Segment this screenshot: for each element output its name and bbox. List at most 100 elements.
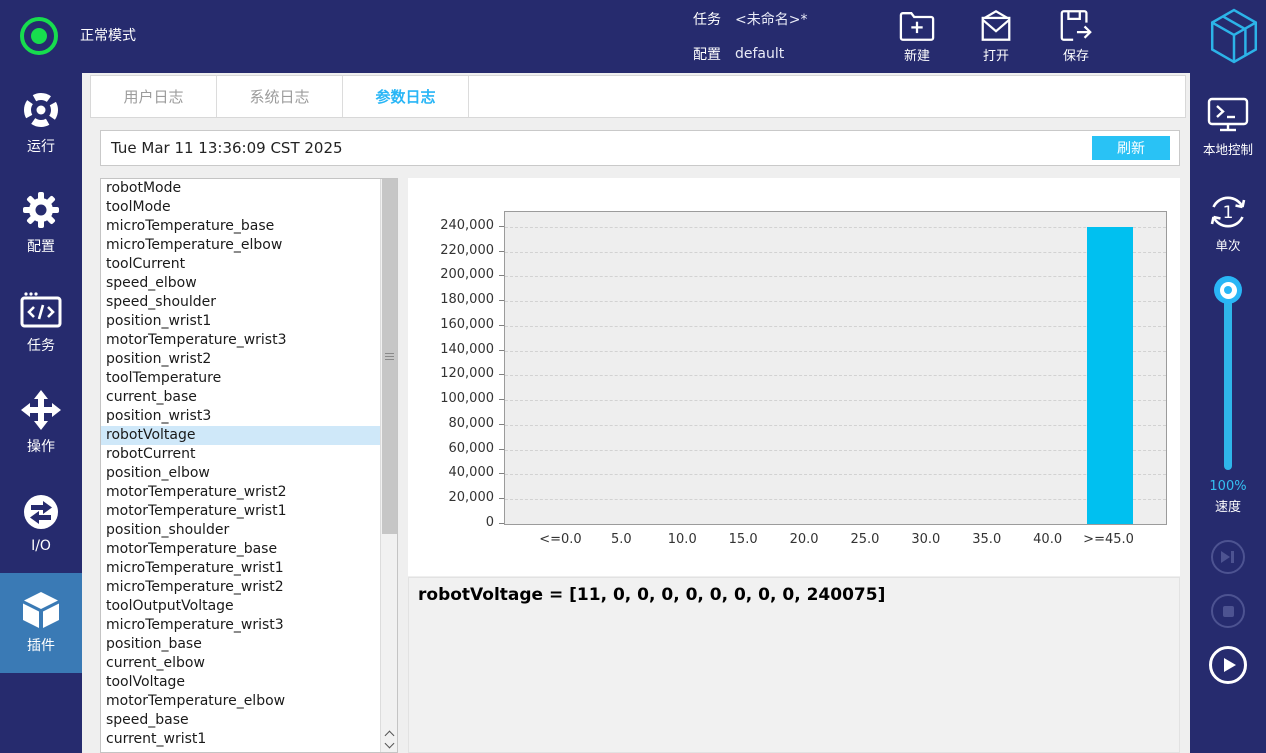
- single-run-button[interactable]: 1: [1207, 191, 1249, 237]
- save-task-button[interactable]: 保存: [1043, 9, 1109, 64]
- list-item[interactable]: position_wrist3: [101, 407, 397, 426]
- y-axis-tick-label: 120,000: [408, 366, 494, 382]
- list-item[interactable]: microTemperature_wrist1: [101, 559, 397, 578]
- list-item[interactable]: current_elbow: [101, 654, 397, 673]
- tab-user-log[interactable]: 用户日志: [91, 76, 217, 117]
- sidebar-item-task[interactable]: 任务: [0, 273, 82, 373]
- sidebar-item-plugin[interactable]: 插件: [0, 573, 82, 673]
- y-axis-tick-label: 240,000: [408, 218, 494, 234]
- x-axis-tick-label: 25.0: [834, 532, 896, 547]
- y-axis-tick: [499, 374, 504, 375]
- y-axis-tick-label: 180,000: [408, 292, 494, 308]
- y-axis-tick-label: 100,000: [408, 391, 494, 407]
- log-tabstrip: 用户日志 系统日志 参数日志: [90, 75, 1186, 118]
- operate-icon: [21, 390, 61, 430]
- list-item[interactable]: speed_base: [101, 711, 397, 730]
- new-file-icon: [899, 9, 935, 42]
- list-item[interactable]: position_elbow: [101, 464, 397, 483]
- y-axis-tick: [499, 251, 504, 252]
- new-task-label: 新建: [904, 45, 930, 64]
- list-item[interactable]: motorTemperature_wrist3: [101, 331, 397, 350]
- list-item[interactable]: current_base: [101, 388, 397, 407]
- list-item[interactable]: microTemperature_wrist3: [101, 616, 397, 635]
- sidebar-item-label: 操作: [27, 436, 55, 456]
- sidebar-item-io[interactable]: I/O: [0, 473, 82, 573]
- save-task-label: 保存: [1063, 45, 1089, 64]
- y-axis-tick: [499, 449, 504, 450]
- list-item[interactable]: robotCurrent: [101, 445, 397, 464]
- list-item[interactable]: speed_shoulder: [101, 293, 397, 312]
- x-axis-tick-label: >=45.0: [1078, 532, 1140, 547]
- x-axis-tick-label: 5.0: [590, 532, 652, 547]
- list-scrollbar[interactable]: [380, 179, 397, 752]
- list-item[interactable]: toolCurrent: [101, 255, 397, 274]
- list-item[interactable]: current_wrist1: [101, 730, 397, 749]
- y-axis-tick: [499, 424, 504, 425]
- top-bar: 正常模式 任务 <未命名>* 配置 default 新建 打开 保存: [0, 0, 1266, 73]
- tab-parameter-log[interactable]: 参数日志: [343, 76, 469, 117]
- speed-slider-track[interactable]: [1224, 290, 1232, 470]
- list-item[interactable]: toolVoltage: [101, 673, 397, 692]
- list-item[interactable]: motorTemperature_elbow: [101, 692, 397, 711]
- x-axis-tick-label: 40.0: [1017, 532, 1079, 547]
- y-axis-tick-label: 20,000: [408, 490, 494, 506]
- scrollbar-thumb[interactable]: [382, 179, 397, 534]
- gridline: [505, 326, 1166, 327]
- list-item[interactable]: speed_elbow: [101, 274, 397, 293]
- list-item[interactable]: microTemperature_base: [101, 217, 397, 236]
- stop-button[interactable]: [1211, 594, 1245, 628]
- x-axis-tick-label: 20.0: [773, 532, 835, 547]
- list-item[interactable]: position_wrist1: [101, 312, 397, 331]
- status-indicator-icon: [20, 17, 58, 55]
- list-item[interactable]: motorTemperature_wrist1: [101, 502, 397, 521]
- list-item[interactable]: position_shoulder: [101, 521, 397, 540]
- brand-logo-icon: [1210, 8, 1258, 68]
- parameter-list-panel: robotModetoolModemicroTemperature_basemi…: [100, 178, 398, 753]
- y-axis-tick: [499, 275, 504, 276]
- step-next-button[interactable]: [1211, 540, 1245, 574]
- list-item[interactable]: position_wrist2: [101, 350, 397, 369]
- list-item[interactable]: toolTemperature: [101, 369, 397, 388]
- speed-label: 速度: [1215, 496, 1241, 515]
- y-axis-tick-label: 60,000: [408, 441, 494, 457]
- speed-slider-handle[interactable]: [1214, 276, 1242, 304]
- local-control-button[interactable]: [1206, 97, 1250, 137]
- list-item[interactable]: position_base: [101, 635, 397, 654]
- sidebar-item-run[interactable]: 运行: [0, 73, 82, 173]
- gridline: [505, 276, 1166, 277]
- list-item[interactable]: robotMode: [101, 179, 397, 198]
- plugin-icon: [21, 591, 61, 629]
- gridline: [505, 499, 1166, 500]
- list-item[interactable]: motorTemperature_wrist2: [101, 483, 397, 502]
- list-item[interactable]: microTemperature_wrist2: [101, 578, 397, 597]
- local-control-label: 本地控制: [1203, 139, 1253, 158]
- play-button[interactable]: [1209, 646, 1247, 684]
- list-item[interactable]: microTemperature_elbow: [101, 236, 397, 255]
- open-task-button[interactable]: 打开: [963, 9, 1029, 64]
- list-item[interactable]: toolMode: [101, 198, 397, 217]
- sidebar-item-label: 配置: [27, 236, 55, 256]
- list-item[interactable]: toolOutputVoltage: [101, 597, 397, 616]
- step-next-icon: [1220, 550, 1236, 564]
- list-item[interactable]: motorTemperature_base: [101, 540, 397, 559]
- y-axis-tick: [499, 325, 504, 326]
- list-item[interactable]: robotVoltage: [101, 426, 397, 445]
- gridline: [505, 227, 1166, 228]
- new-task-button[interactable]: 新建: [884, 9, 950, 64]
- chart-bar: [1087, 227, 1133, 524]
- chart-plot: [504, 211, 1167, 525]
- settings-icon: [21, 190, 61, 230]
- scroll-down-icon[interactable]: [384, 740, 394, 750]
- gridline: [505, 375, 1166, 376]
- timestamp-bar: Tue Mar 11 13:36:09 CST 2025 刷新: [100, 130, 1180, 166]
- gridline: [505, 450, 1166, 451]
- chart-panel: 020,00040,00060,00080,000100,000120,0001…: [408, 178, 1180, 576]
- sidebar-item-config[interactable]: 配置: [0, 173, 82, 273]
- io-icon: [21, 492, 61, 532]
- tab-system-log[interactable]: 系统日志: [217, 76, 343, 117]
- sidebar-item-operate[interactable]: 操作: [0, 373, 82, 473]
- gridline: [505, 425, 1166, 426]
- right-control-sidebar: 本地控制 1 单次 100% 速度: [1190, 73, 1266, 753]
- x-axis-tick-label: <=0.0: [529, 532, 591, 547]
- refresh-button[interactable]: 刷新: [1092, 136, 1170, 160]
